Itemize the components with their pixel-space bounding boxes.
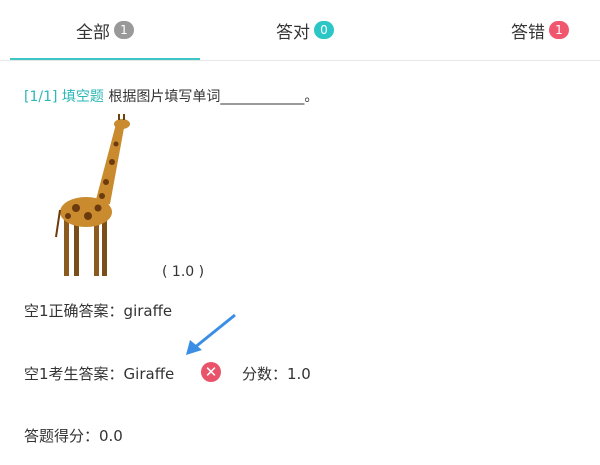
total-score: 答题得分：0.0: [24, 427, 123, 445]
tab-correct[interactable]: 答对 0: [210, 0, 400, 60]
tab-correct-label: 答对: [276, 22, 310, 43]
arrow-icon: [186, 313, 236, 355]
question-score: ( 1.0 ): [162, 264, 205, 280]
tab-wrong-count-badge: 1: [549, 21, 569, 39]
answer-score: 分数：1.0: [242, 365, 311, 383]
wrong-icon: ✕: [201, 362, 221, 382]
tab-bar: 全部 1 答对 0 答错 1: [0, 0, 600, 61]
question-number: [1/1]: [24, 89, 58, 105]
tab-all-count-badge: 1: [114, 21, 134, 39]
tab-all[interactable]: 全部 1: [10, 0, 200, 60]
tab-wrong[interactable]: 答错 1: [480, 0, 600, 60]
tab-all-label: 全部: [76, 22, 110, 43]
tab-wrong-label: 答错: [511, 22, 545, 43]
active-tab-underline: [10, 58, 200, 60]
tab-correct-count-badge: 0: [314, 21, 334, 39]
question-line: [1/1] 填空题 根据图片填写单词____________。: [24, 86, 318, 106]
question-type: 填空题: [61, 89, 104, 105]
question-prompt: 根据图片填写单词____________。: [108, 89, 319, 105]
correct-answer: 空1正确答案：giraffe: [24, 302, 173, 320]
student-answer: 空1考生答案：Giraffe: [24, 365, 175, 383]
giraffe-image: [55, 114, 130, 276]
